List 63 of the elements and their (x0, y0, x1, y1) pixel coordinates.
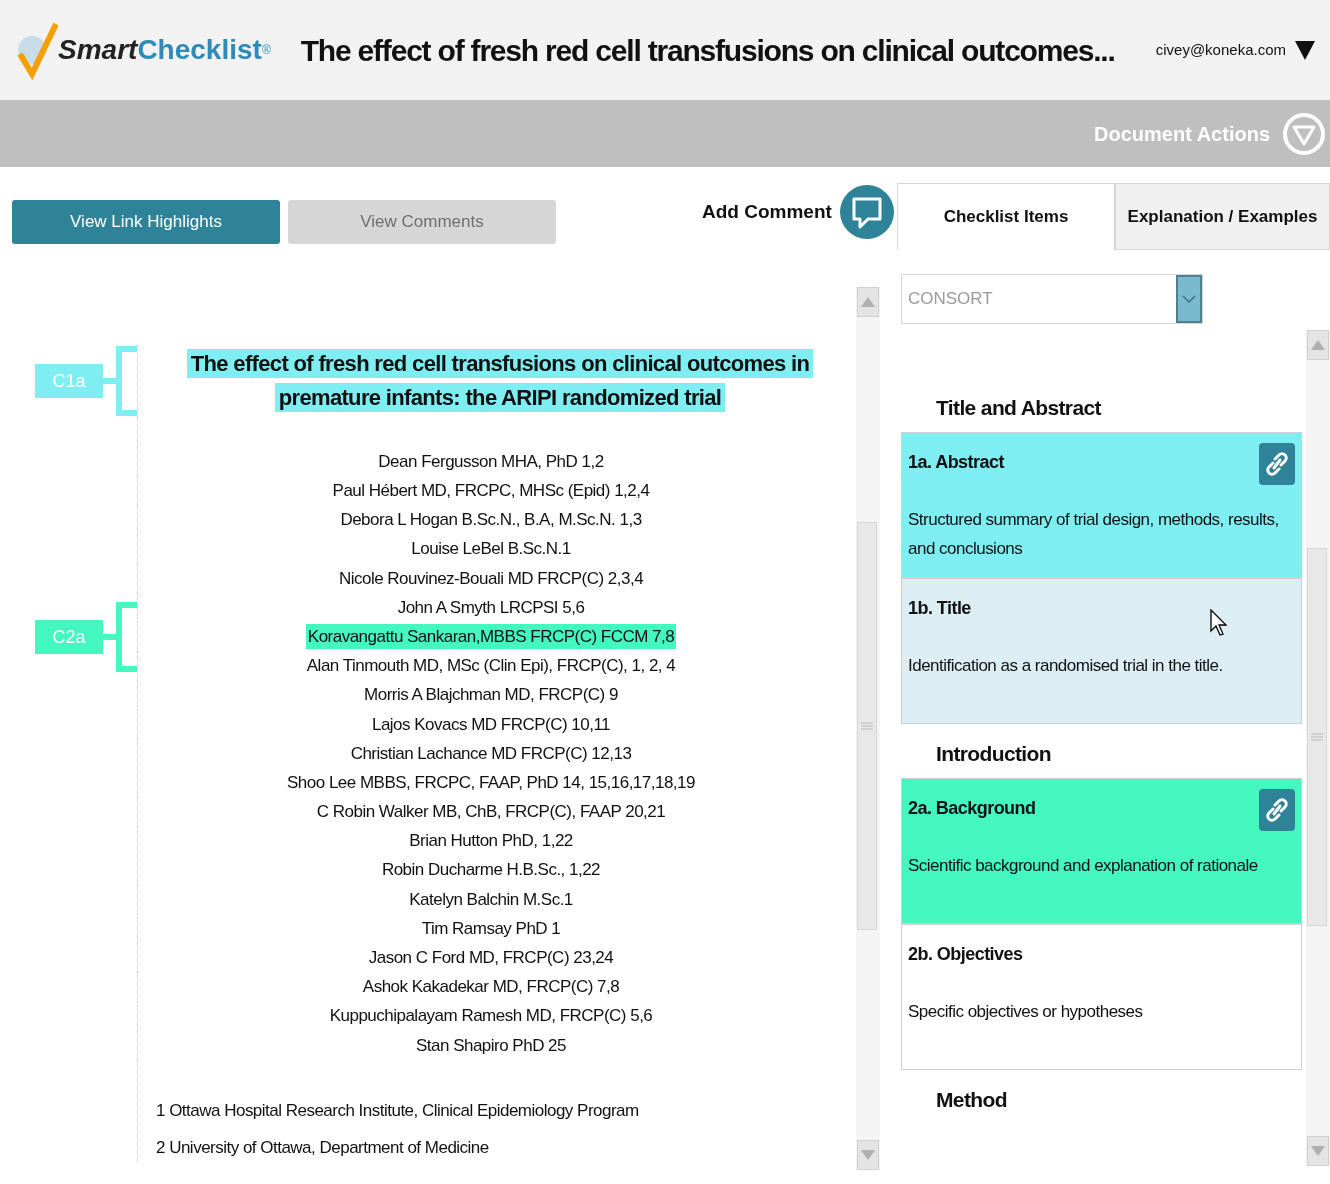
author-line: Paul Hébert MD, FRCPC, MHSc (Epid) 1,2,4 (331, 480, 651, 503)
author-line: Nicole Rouvinez-Bouali MD FRCP(C) 2,3,4 (337, 567, 645, 590)
author-line: John A Smyth LRCPSI 5,6 (396, 596, 586, 619)
author-line: Christian Lachance MD FRCP(C) 12,13 (349, 742, 633, 765)
author-line: Kuppuchipalayam Ramesh MD, FRCP(C) 5,6 (328, 1005, 654, 1028)
checklist-item[interactable]: 1a. Abstract Structured summary of trial design, methods, results, and conclusions (901, 432, 1302, 578)
item-title: 2a. Background (908, 797, 1036, 820)
link-button[interactable] (1259, 789, 1295, 831)
scroll-thumb[interactable] (1307, 548, 1327, 926)
item-description: Identification as a randomised trial in the title. (908, 655, 1224, 677)
panel-tab[interactable]: Explanation / Examples (1115, 183, 1330, 250)
bracket-icon (103, 345, 137, 417)
item-description: Specific objectives or hypotheses (908, 1001, 1144, 1023)
affiliation-line: 2 University of Ottawa, Department of Medicine (156, 1137, 490, 1160)
author-line: Katelyn Balchin M.Sc.1 (408, 888, 574, 911)
checklist-item[interactable]: 2a. Background Scientific background and explanation of rationale (901, 778, 1302, 924)
scrollbar[interactable] (856, 287, 880, 1170)
section-heading: Method (935, 1087, 1008, 1113)
author-line: Brian Hutton PhD, 1,22 (408, 830, 574, 853)
document-title: The effect of fresh red cell transfusions on clinical outcomes... (300, 32, 1116, 69)
panel-tab[interactable]: Checklist Items (897, 183, 1115, 250)
item-title: 1a. Abstract (908, 451, 1004, 474)
cursor-icon (1210, 609, 1228, 637)
author-line: Debora L Hogan B.Sc.N., B.A, M.Sc.N. 1,3 (339, 509, 643, 532)
add-comment-link[interactable]: Add Comment (702, 197, 832, 227)
scroll-up-icon[interactable] (857, 287, 879, 317)
scroll-thumb[interactable] (857, 522, 877, 930)
author-line: C Robin Walker MB, ChB, FRCP(C), FAAP 20,21 (315, 801, 667, 824)
author-line: Tim Ramsay PhD 1 (420, 917, 562, 940)
checkmark-logo-icon (14, 20, 58, 80)
view-toggle-button[interactable]: View Comments (288, 200, 556, 244)
link-icon (1266, 452, 1288, 476)
affiliation-line: 1 Ottawa Hospital Research Institute, Clinical Epidemiology Program (156, 1099, 640, 1122)
link-icon (1266, 798, 1288, 822)
item-title: 2b. Objectives (908, 943, 1023, 966)
scroll-down-icon[interactable] (1307, 1136, 1329, 1166)
item-title: 1b. Title (908, 597, 971, 620)
author-line: Dean Fergusson MHA, PhD 1,2 (377, 450, 605, 473)
author-line: Shoo Lee MBBS, FRCPC, FAAP, PhD 14, 15,16,17,18,19 (286, 771, 696, 794)
scrollbar[interactable] (1306, 330, 1330, 1166)
author-line: Stan Shapiro PhD 25 (415, 1034, 567, 1057)
section-heading: Title and Abstract (935, 395, 1103, 421)
author-line: Louise LeBel B.Sc.N.1 (410, 538, 572, 561)
scroll-up-icon[interactable] (1307, 330, 1329, 360)
author-line: Lajos Kovacs MD FRCP(C) 10,11 (370, 713, 612, 736)
author-line: Alan Tinmouth MD, MSc (Clin Epi), FRCP(C), 1, 2, 4 (305, 655, 677, 678)
dropdown-arrow-icon[interactable] (1294, 39, 1316, 61)
view-toggle-button[interactable]: View Link Highlights (12, 200, 280, 244)
author-line: Morris A Blajchman MD, FRCP(C) 9 (363, 684, 619, 707)
bracket-icon (103, 600, 137, 673)
link-button[interactable] (1259, 443, 1295, 485)
item-description: Scientific background and explanation of rationale (908, 855, 1259, 877)
author-line: Jason C Ford MD, FRCP(C) 23,24 (367, 947, 615, 970)
checklist-item[interactable]: 1b. Title Identification as a randomised trial in the title. (901, 578, 1302, 724)
checklist-item[interactable]: 2b. Objectives Specific objectives or hypotheses (901, 924, 1302, 1070)
author-line: Ashok Kakadekar MD, FRCP(C) 7,8 (361, 976, 621, 999)
logo[interactable]: SmartChecklist® (14, 20, 271, 80)
item-description: Structured summary of trial design, methods, results, and conclusions (908, 509, 1280, 560)
user-email[interactable]: civey@koneka.com (1155, 38, 1286, 62)
scroll-down-icon[interactable] (857, 1140, 879, 1170)
author-line: Robin Ducharme H.B.Sc., 1,22 (380, 859, 602, 882)
chevron-down-circle-icon[interactable] (1282, 111, 1326, 156)
section-heading: Introduction (935, 741, 1052, 767)
